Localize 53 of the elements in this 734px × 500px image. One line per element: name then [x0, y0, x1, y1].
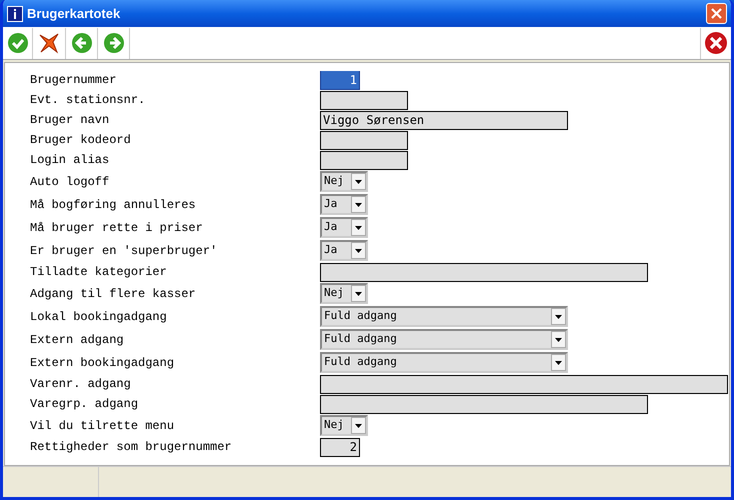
field-label: Vil du tilrette menu [30, 418, 176, 434]
dropdown[interactable]: Fuld adgang [320, 352, 568, 373]
field-label: Må bogføring annulleres [30, 196, 197, 214]
dropdown[interactable]: Nej [320, 415, 368, 436]
field-label: Brugernummer [30, 72, 118, 89]
dropdown-value: Fuld adgang [323, 354, 398, 370]
field-label: Extern bookingadgang [30, 354, 176, 372]
input-field[interactable]: 1 [320, 70, 360, 90]
input-field[interactable] [320, 374, 728, 394]
field-label: Varenr. adgang [30, 376, 132, 393]
input-field[interactable] [320, 130, 408, 150]
input-field[interactable]: Viggo Sørensen [320, 110, 568, 130]
field-label: Må bruger rette i priser [30, 220, 204, 236]
input-field[interactable] [320, 90, 408, 110]
dropdown[interactable]: Nej [320, 171, 368, 192]
close-button[interactable] [706, 3, 727, 24]
checkmark-icon [6, 32, 28, 54]
close-icon [704, 31, 728, 55]
dropdown[interactable]: Fuld adgang [320, 329, 568, 350]
window-title: Brugerkartotek [27, 4, 122, 23]
dropdown-value: Nej [323, 417, 345, 434]
dropdown-value: Nej [323, 285, 345, 302]
close-icon [711, 8, 722, 19]
field-label: Extern adgang [30, 332, 125, 348]
field-label: Adgang til flere kasser [30, 286, 197, 302]
dropdown-value: Ja [323, 196, 338, 212]
dropdown-value: Ja [323, 242, 338, 258]
exit-button[interactable] [700, 28, 730, 58]
dropdown-value: Fuld adgang [323, 308, 398, 324]
cross-icon [37, 31, 61, 55]
dropdown-value: Ja [323, 219, 338, 236]
field-label: Tilladte kategorier [30, 264, 168, 281]
input-field[interactable] [320, 262, 648, 282]
field-label: Rettigheder som brugernummer [30, 439, 233, 456]
input-field[interactable] [320, 394, 648, 414]
dropdown[interactable]: Ja [320, 194, 368, 215]
dropdown-value: Nej [323, 173, 345, 190]
field-label: Auto logoff [30, 174, 110, 190]
dropdown[interactable]: Fuld adgang [320, 306, 568, 327]
field-label: Evt. stationsnr. [30, 92, 146, 109]
field-label: Bruger navn [30, 112, 110, 129]
field-label: Lokal bookingadgang [30, 308, 168, 326]
field-label: Bruger kodeord [30, 132, 132, 149]
dropdown-value: Fuld adgang [323, 331, 398, 348]
field-label: Varegrp. adgang [30, 396, 140, 413]
dropdown[interactable]: Ja [320, 240, 368, 261]
input-field[interactable] [320, 150, 408, 170]
field-label: Er bruger en 'superbruger' [30, 242, 218, 260]
field-label: Login alias [30, 152, 110, 169]
input-field[interactable]: 2 [320, 438, 360, 456]
dropdown[interactable]: Ja [320, 217, 368, 238]
info-icon [7, 6, 23, 22]
dropdown[interactable]: Nej [320, 283, 368, 304]
